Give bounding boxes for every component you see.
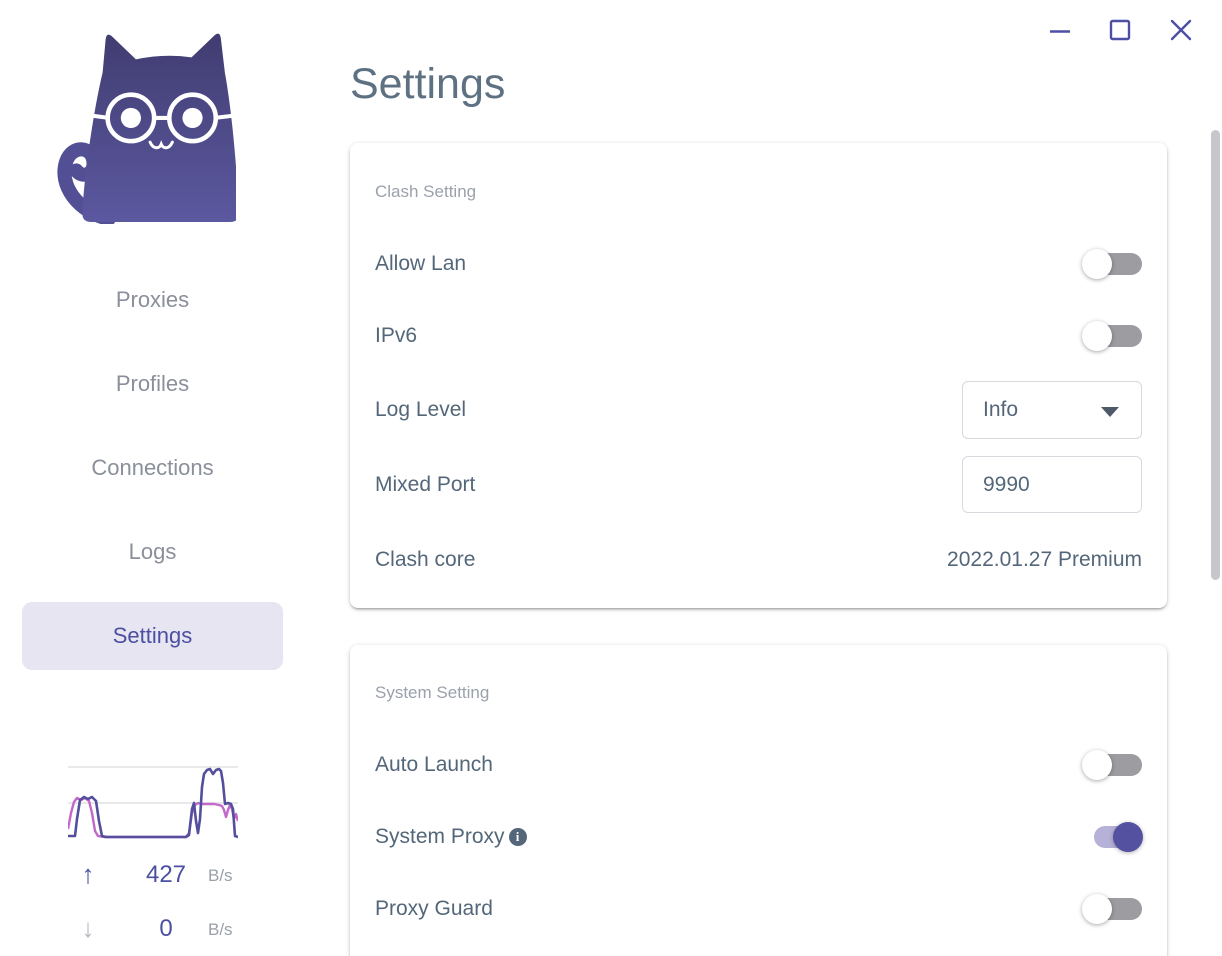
toggle-knob bbox=[1113, 822, 1143, 852]
card-title: System Setting bbox=[375, 683, 490, 702]
sidebar-item-label: Settings bbox=[112, 623, 193, 648]
allow-lan-toggle[interactable] bbox=[1082, 249, 1142, 279]
upload-rate-unit: B/s bbox=[208, 866, 233, 885]
auto-launch-row: Auto Launch bbox=[375, 741, 1142, 789]
log-level-row: Log Level Info bbox=[375, 381, 1142, 439]
mixed-port-row: Mixed Port bbox=[375, 456, 1142, 513]
ipv6-toggle[interactable] bbox=[1082, 321, 1142, 351]
toggle-knob bbox=[1082, 750, 1112, 780]
log-level-selected-value: Info bbox=[983, 398, 1019, 421]
sidebar-item-label: Proxies bbox=[115, 287, 190, 312]
minimize-button[interactable] bbox=[1047, 18, 1073, 44]
close-icon bbox=[1170, 19, 1192, 41]
info-icon[interactable]: i bbox=[508, 828, 527, 846]
mixed-port-label: Mixed Port bbox=[375, 472, 476, 496]
close-button[interactable] bbox=[1168, 17, 1194, 43]
clash-cat-logo bbox=[57, 33, 236, 224]
sidebar-item-logs[interactable]: Logs bbox=[22, 518, 283, 586]
sidebar: Proxies Profiles Connections Logs Settin… bbox=[0, 0, 305, 956]
download-rate-unit: B/s bbox=[208, 920, 233, 939]
system-proxy-toggle[interactable] bbox=[1082, 822, 1143, 852]
clash-core-version: 2022.01.27 Premium bbox=[947, 548, 1142, 571]
system-proxy-label: System Proxy i bbox=[375, 825, 527, 849]
sidebar-item-label: Connections bbox=[91, 455, 214, 480]
allow-lan-label: Allow Lan bbox=[375, 252, 467, 275]
sidebar-item-label: Profiles bbox=[115, 371, 190, 396]
log-level-label: Log Level bbox=[375, 398, 467, 421]
clash-core-label: Clash core bbox=[375, 548, 476, 571]
page-title: Settings bbox=[350, 60, 506, 108]
clash-setting-card: Clash Setting Allow Lan IPv6 Log Level I… bbox=[350, 143, 1167, 608]
sidebar-item-connections[interactable]: Connections bbox=[22, 434, 283, 502]
toggle-knob bbox=[1082, 894, 1112, 924]
chevron-down-icon bbox=[1101, 407, 1119, 417]
toggle-knob bbox=[1082, 321, 1112, 351]
sidebar-item-settings[interactable]: Settings bbox=[22, 602, 283, 670]
minimize-icon bbox=[1050, 30, 1070, 33]
mixed-port-input[interactable] bbox=[962, 456, 1142, 513]
allow-lan-row: Allow Lan bbox=[375, 240, 1142, 288]
auto-launch-toggle[interactable] bbox=[1082, 750, 1142, 780]
proxy-guard-label: Proxy Guard bbox=[375, 897, 493, 920]
system-proxy-row: System Proxy i bbox=[375, 813, 1143, 861]
clash-core-row: Clash core 2022.01.27 Premium bbox=[375, 536, 1142, 584]
log-level-select[interactable]: Info bbox=[962, 381, 1142, 439]
download-rate-row: ↓ 0 B/s bbox=[60, 912, 260, 944]
sidebar-item-profiles[interactable]: Profiles bbox=[22, 350, 283, 418]
sidebar-item-label: Logs bbox=[128, 539, 177, 564]
sidebar-item-proxies[interactable]: Proxies bbox=[22, 266, 283, 334]
traffic-chart bbox=[68, 766, 238, 839]
auto-launch-label: Auto Launch bbox=[375, 753, 493, 776]
ipv6-label: IPv6 bbox=[375, 324, 418, 347]
card-title: Clash Setting bbox=[375, 182, 477, 201]
proxy-guard-toggle[interactable] bbox=[1082, 894, 1142, 924]
maximize-button[interactable] bbox=[1107, 17, 1133, 43]
system-proxy-label-text: System Proxy bbox=[375, 825, 505, 848]
maximize-icon bbox=[1109, 19, 1131, 41]
proxy-guard-row: Proxy Guard bbox=[375, 885, 1142, 933]
scrollbar-thumb[interactable] bbox=[1211, 130, 1220, 580]
upload-rate-row: ↑ 427 B/s bbox=[60, 858, 260, 890]
app-window: Proxies Profiles Connections Logs Settin… bbox=[0, 0, 1222, 956]
ipv6-row: IPv6 bbox=[375, 312, 1142, 360]
system-setting-card: System Setting Auto Launch System Proxy … bbox=[350, 645, 1167, 956]
toggle-knob bbox=[1082, 249, 1112, 279]
